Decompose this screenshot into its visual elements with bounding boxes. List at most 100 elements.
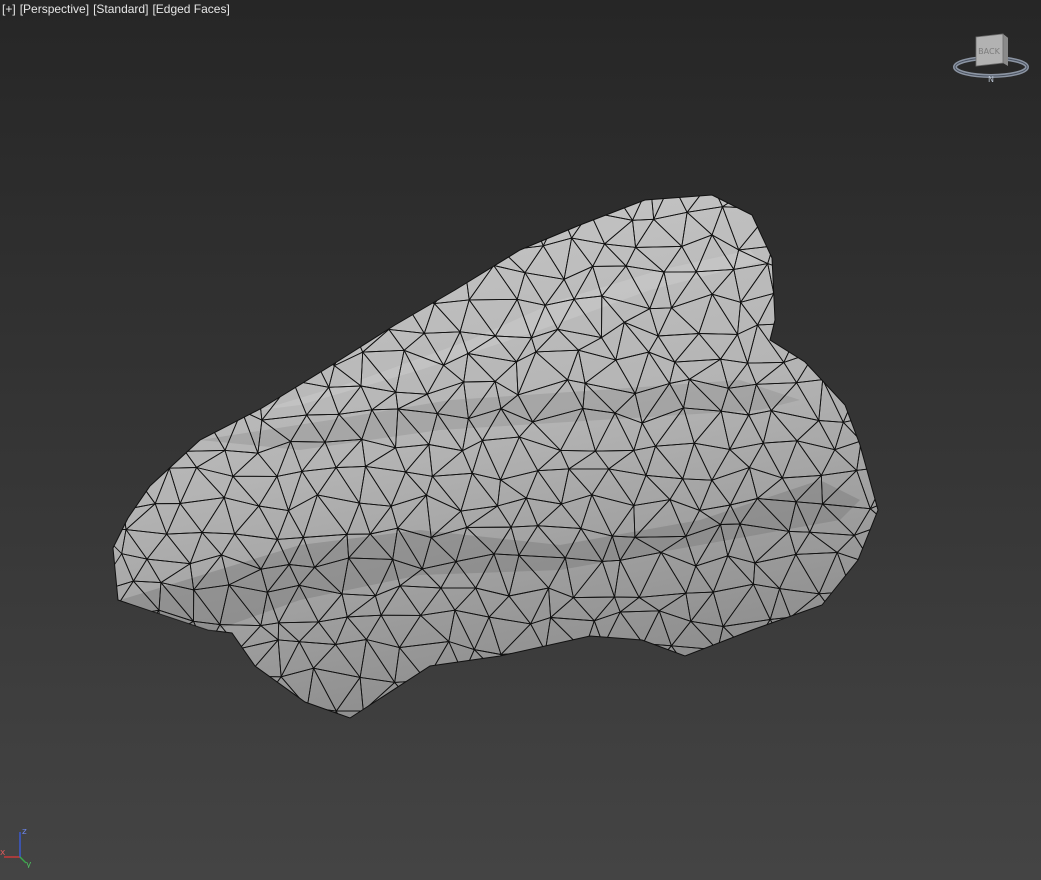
mesh-face — [901, 446, 941, 471]
mesh-face — [803, 644, 858, 675]
mesh-face — [583, 670, 632, 702]
mesh-face — [184, 195, 219, 211]
mesh-face — [141, 676, 177, 710]
mesh-face — [374, 195, 411, 218]
mesh-face — [783, 195, 807, 209]
mesh-face — [797, 643, 824, 679]
mesh-face — [850, 563, 874, 593]
mesh-face — [295, 291, 331, 332]
mesh-face — [265, 333, 312, 363]
mesh-face — [324, 267, 351, 294]
mesh-face — [395, 249, 444, 279]
mesh-face — [164, 352, 205, 381]
mesh-face — [113, 450, 137, 477]
mesh-face — [829, 195, 859, 222]
mesh-face — [113, 195, 156, 222]
mesh-face — [395, 213, 427, 252]
mesh-face — [543, 195, 585, 213]
mesh-face — [172, 378, 207, 425]
mesh-face — [216, 209, 252, 244]
mesh-face — [789, 614, 836, 646]
mesh-face — [848, 292, 878, 334]
mesh-face — [171, 195, 200, 210]
mesh-face — [503, 667, 535, 709]
mesh-face — [726, 704, 767, 718]
mesh-face — [148, 321, 181, 354]
mesh-face — [190, 698, 213, 718]
mesh-face — [203, 209, 242, 244]
mesh-face — [891, 271, 914, 298]
mesh-face — [860, 412, 878, 447]
mesh-face — [165, 336, 206, 355]
mesh-face — [706, 705, 744, 718]
mesh-face — [136, 352, 167, 384]
mesh-face — [456, 195, 501, 218]
y-axis-label: y — [26, 860, 32, 868]
viewcube-compass-n: N — [988, 75, 994, 84]
mesh-face — [113, 696, 142, 718]
mesh-face — [833, 590, 865, 616]
mesh-face — [777, 712, 821, 718]
mesh-face — [310, 329, 336, 367]
mesh-face — [363, 215, 398, 251]
mesh-face — [441, 215, 466, 251]
mesh-face — [583, 644, 632, 679]
mesh-face — [424, 249, 466, 279]
mesh-face — [113, 676, 143, 698]
mesh-face — [140, 269, 178, 305]
mesh-face — [735, 679, 773, 707]
axis-tripod: z x y — [0, 827, 32, 868]
mesh-face — [821, 359, 859, 391]
mesh-face — [863, 585, 878, 616]
mesh-face — [113, 475, 137, 511]
mesh-face — [684, 706, 709, 718]
mesh-face — [211, 699, 250, 718]
mesh-face — [748, 647, 788, 682]
mesh-face — [891, 471, 935, 502]
mesh-face — [113, 237, 160, 277]
mesh-face — [772, 292, 811, 324]
mesh-face — [533, 668, 586, 707]
mesh-face — [157, 423, 186, 452]
viewcube-box[interactable]: BACK — [975, 33, 1008, 67]
mesh-face — [113, 508, 127, 531]
mesh-face — [792, 233, 826, 277]
mesh-face — [881, 177, 924, 220]
mesh-face — [242, 360, 268, 392]
mesh-face — [906, 177, 940, 220]
mesh-face — [239, 211, 275, 244]
mesh-face — [887, 500, 908, 534]
mesh-face — [625, 696, 665, 718]
mesh-face — [583, 195, 609, 214]
mesh-face — [906, 564, 936, 591]
mesh-face — [888, 413, 915, 446]
mesh-face — [891, 446, 908, 471]
mesh-face — [697, 681, 738, 708]
rock-mesh[interactable] — [0, 0, 1041, 880]
mesh-face — [123, 233, 161, 271]
mesh-face — [742, 679, 780, 714]
mesh-face — [867, 704, 878, 718]
mesh-face — [887, 524, 908, 564]
mesh-face — [134, 447, 170, 478]
mesh-face — [412, 699, 438, 718]
mesh-face — [257, 360, 294, 391]
mesh-face — [412, 679, 438, 705]
perspective-viewport[interactable]: [+] [Perspective] [Standard] [Edged Faces] — [0, 0, 1041, 880]
mesh-face — [223, 306, 253, 336]
mesh-face — [113, 269, 159, 305]
mesh-face — [498, 667, 524, 710]
mesh-face — [310, 208, 337, 251]
mesh-face — [886, 613, 914, 653]
mesh-face — [136, 321, 167, 358]
mesh-face — [629, 667, 653, 699]
mesh-face — [272, 213, 313, 239]
mesh-face — [815, 350, 841, 381]
mesh-face — [184, 207, 218, 240]
mesh-face — [498, 653, 524, 675]
viewcube[interactable]: BACK N — [950, 30, 1032, 86]
mesh-face — [179, 301, 225, 338]
mesh-face — [602, 643, 644, 672]
mesh-face — [662, 706, 688, 718]
mesh-face — [834, 696, 870, 718]
